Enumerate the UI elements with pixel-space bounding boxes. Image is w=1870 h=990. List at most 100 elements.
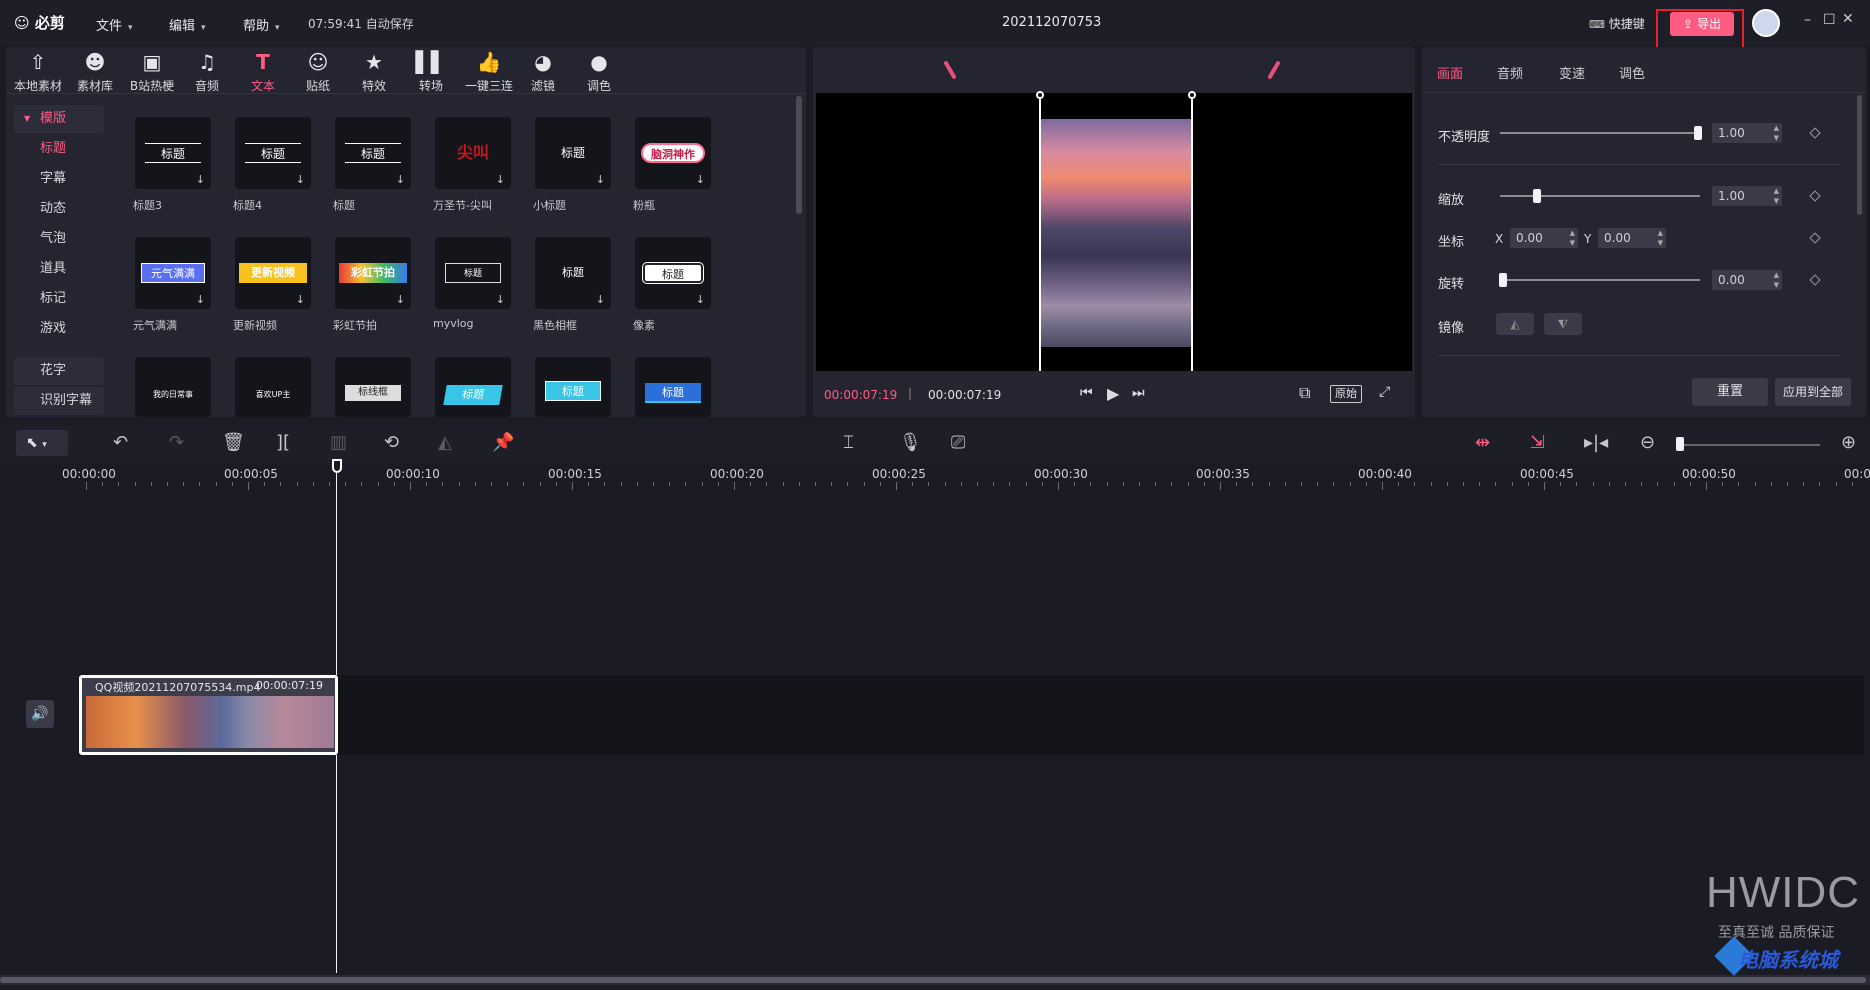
tool-local-media[interactable]: ⇧ 本地素材 [12, 50, 64, 94]
download-icon[interactable]: ↓ [596, 293, 605, 306]
crop-handle[interactable] [1188, 91, 1196, 99]
pointer-tool-dropdown[interactable]: ⬉ ▾ [16, 430, 68, 456]
tab-color[interactable]: 调色 [1619, 63, 1645, 82]
spinner-arrows-icon[interactable]: ▲ ▼ [1774, 270, 1779, 290]
crop-icon[interactable]: ⧉ [1299, 383, 1310, 403]
x-coordinate-input[interactable]: 0.00 ▲ ▼ [1510, 228, 1578, 248]
camera-record-icon[interactable]: ⎚ [951, 432, 965, 453]
tool-sticker[interactable]: ☺ 贴纸 [292, 50, 344, 94]
scrollbar-thumb[interactable] [796, 96, 802, 214]
template-card[interactable]: 标题 ↓ [235, 117, 311, 189]
tool-text[interactable]: T 文本 [237, 50, 289, 94]
download-icon[interactable]: ↓ [496, 173, 505, 186]
scale-input[interactable]: 1.00 ▲ ▼ [1712, 186, 1782, 206]
category-dynamic[interactable]: 动态 [14, 195, 104, 223]
template-card[interactable]: 元气满满 ↓ [135, 237, 211, 309]
zoom-out-icon[interactable]: ⊖ [1640, 432, 1655, 453]
tool-effects[interactable]: ★ 特效 [348, 50, 400, 94]
tool-triple-like[interactable]: 👍 一键三连 [460, 50, 518, 94]
download-icon[interactable]: ↓ [396, 293, 405, 306]
opacity-slider[interactable] [1500, 132, 1700, 134]
template-card[interactable]: 标题 ↓ [435, 237, 511, 309]
tool-transition[interactable]: ▌▌ 转场 [405, 50, 457, 94]
reset-button[interactable]: 重置 [1692, 378, 1768, 406]
video-clip[interactable]: QQ视频20211207075534.mp4 00:00:07:19 [79, 675, 338, 755]
rotate-slider-knob[interactable] [1499, 273, 1507, 287]
center-icon[interactable]: ▸|◂ [1584, 432, 1608, 453]
next-frame-icon[interactable]: ⏭ [1132, 385, 1145, 401]
undo-icon[interactable]: ↶ [113, 432, 128, 453]
template-card[interactable]: 标题 ↓ [335, 117, 411, 189]
maximize-icon[interactable]: ☐ [1823, 12, 1836, 28]
export-button[interactable]: ⇪ 导出 [1670, 12, 1734, 36]
playhead-handle[interactable] [332, 459, 342, 473]
snap-icon[interactable]: ⇹ [1475, 432, 1490, 453]
scrollbar-thumb[interactable] [1857, 95, 1862, 215]
download-icon[interactable]: ↓ [196, 173, 205, 186]
opacity-input[interactable]: 1.00 ▲ ▼ [1712, 123, 1782, 143]
category-recognize-subtitle[interactable]: 识别字幕 [14, 387, 104, 415]
template-card[interactable]: 标题 [535, 357, 611, 417]
spinner-arrows-icon[interactable]: ▲ ▼ [1774, 186, 1779, 206]
previous-frame-icon[interactable]: ⏮ [1080, 385, 1093, 401]
avatar[interactable] [1752, 9, 1780, 37]
category-fancy-text[interactable]: 花字 [14, 357, 104, 385]
download-icon[interactable]: ↓ [296, 173, 305, 186]
rotate-input[interactable]: 0.00 ▲ ▼ [1712, 270, 1782, 290]
minimize-icon[interactable]: – [1804, 12, 1811, 28]
track-volume-icon[interactable]: 🔊 [26, 700, 54, 728]
download-icon[interactable]: ↓ [496, 293, 505, 306]
fullscreen-icon[interactable]: ⤢ [1379, 384, 1390, 400]
original-ratio-button[interactable]: 原始 [1330, 385, 1362, 403]
template-card[interactable]: 彩虹节拍 ↓ [335, 237, 411, 309]
tool-color-adjust[interactable]: ● 调色 [573, 50, 625, 94]
template-card[interactable]: 我的日常事 [135, 357, 211, 417]
tab-audio[interactable]: 音频 [1497, 63, 1523, 82]
download-icon[interactable]: ↓ [696, 293, 705, 306]
download-icon[interactable]: ↓ [596, 173, 605, 186]
redo-icon[interactable]: ↷ [169, 432, 184, 453]
scale-slider-knob[interactable] [1533, 189, 1541, 203]
close-icon[interactable]: ✕ [1842, 11, 1854, 27]
template-card[interactable]: 脑洞神作 ↓ [635, 117, 711, 189]
y-coordinate-input[interactable]: 0.00 ▲ ▼ [1598, 228, 1666, 248]
pin-icon[interactable]: 📌 [492, 432, 514, 453]
mirror-clip-icon[interactable]: ◭ [438, 432, 452, 453]
template-card[interactable]: 标题 ↓ [635, 237, 711, 309]
replace-clip-icon[interactable]: ⟲ [384, 432, 399, 453]
opacity-slider-knob[interactable] [1694, 126, 1702, 140]
rotate-slider[interactable] [1500, 279, 1700, 281]
zoom-slider-knob[interactable] [1676, 437, 1684, 451]
template-card[interactable]: 标题 [435, 357, 511, 417]
tab-picture[interactable]: 画面 [1437, 63, 1463, 82]
category-props[interactable]: 道具 [14, 255, 104, 283]
download-icon[interactable]: ↓ [296, 293, 305, 306]
tool-material-library[interactable]: ☻ 素材库 [69, 50, 121, 94]
linkage-icon[interactable]: ⇲ [1530, 432, 1545, 453]
category-templates[interactable]: ▼ 模版 [14, 105, 104, 133]
crop-handle[interactable] [1036, 91, 1044, 99]
tool-filter[interactable]: ◕ 滤镜 [517, 50, 569, 94]
zoom-slider[interactable] [1680, 444, 1820, 446]
template-card[interactable]: 标题 [635, 357, 711, 417]
text-recognition-icon[interactable]: ⌶ [843, 432, 854, 453]
category-game[interactable]: 游戏 [14, 315, 104, 343]
delete-icon[interactable]: 🗑 [222, 432, 245, 453]
apply-to-all-button[interactable]: 应用到全部 [1775, 378, 1851, 406]
spinner-arrows-icon[interactable]: ▲ ▼ [1774, 123, 1779, 143]
shortcut-button[interactable]: ⌨ 快捷键 [1589, 15, 1645, 32]
menu-file[interactable]: 文件 ▾ [96, 15, 133, 34]
play-icon[interactable]: ▶ [1107, 384, 1119, 403]
category-title[interactable]: 标题 [14, 135, 104, 163]
download-icon[interactable]: ↓ [696, 173, 705, 186]
template-card[interactable]: 标题 ↓ [535, 117, 611, 189]
zoom-in-icon[interactable]: ⊕ [1841, 432, 1856, 453]
spinner-arrows-icon[interactable]: ▲ ▼ [1570, 228, 1575, 248]
menu-edit[interactable]: 编辑 ▾ [169, 15, 206, 34]
menu-help[interactable]: 帮助 ▾ [243, 15, 280, 34]
mirror-horizontal-icon[interactable]: ◭ [1496, 313, 1534, 335]
category-bubble[interactable]: 气泡 [14, 225, 104, 253]
template-card[interactable]: 标题 ↓ [135, 117, 211, 189]
category-subtitle[interactable]: 字幕 [14, 165, 104, 193]
template-card[interactable]: 标题 ↓ [535, 237, 611, 309]
